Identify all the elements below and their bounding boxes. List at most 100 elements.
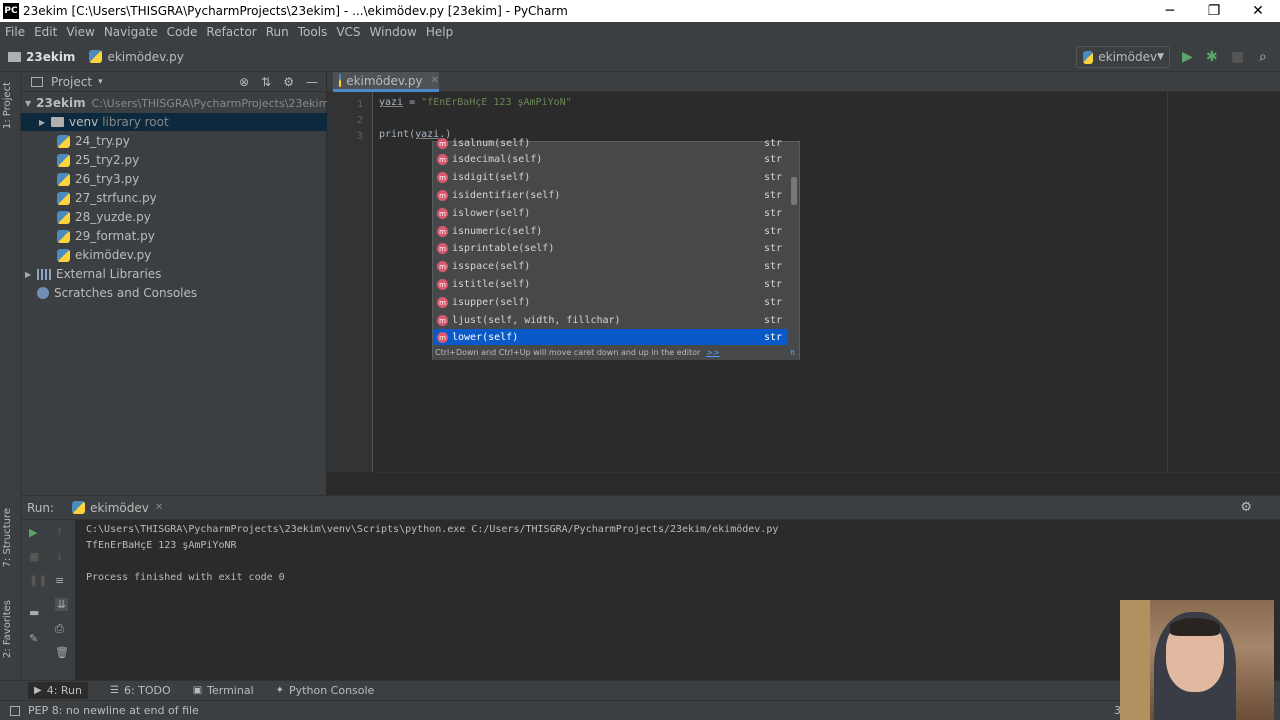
- close-tab-icon[interactable]: ✕: [431, 75, 439, 86]
- run-tab-ekimodev[interactable]: ekimödev ✕: [72, 501, 163, 515]
- menu-navigate[interactable]: Navigate: [104, 25, 158, 39]
- pycharm-app-icon: PC: [3, 3, 19, 19]
- pin-icon[interactable]: ✎: [29, 632, 38, 645]
- menu-help[interactable]: Help: [426, 25, 453, 39]
- window-title: 23ekim [C:\Users\THISGRA\PycharmProjects…: [23, 4, 568, 18]
- menu-edit[interactable]: Edit: [34, 25, 57, 39]
- completion-item[interactable]: m isnumeric(self) str: [433, 223, 788, 241]
- completion-item[interactable]: m isspace(self) str: [433, 258, 788, 276]
- print-icon[interactable]: ⎙: [55, 622, 64, 636]
- completion-item[interactable]: m istitle(self) str: [433, 276, 788, 294]
- console-output[interactable]: C:\Users\THISGRA\PycharmProjects\23ekim\…: [86, 524, 778, 588]
- project-tool-tab[interactable]: 1: Project: [2, 82, 13, 129]
- navigation-bar: 23ekim ekimödev.py ekimödev ▼ ▶ ✱ ■ ⌕: [0, 42, 1280, 72]
- completion-item[interactable]: m ljust(self, width, fillchar) str: [433, 312, 788, 330]
- menu-refactor[interactable]: Refactor: [206, 25, 256, 39]
- chevron-down-icon[interactable]: ▾: [98, 77, 103, 87]
- python-file-icon: [57, 210, 70, 224]
- menu-tools[interactable]: Tools: [298, 25, 328, 39]
- completion-item[interactable]: m isdigit(self) str: [433, 169, 788, 187]
- soft-wrap-icon[interactable]: ≡: [55, 574, 64, 587]
- scroll-to-end-icon[interactable]: ⇊: [55, 598, 69, 611]
- project-panel-title[interactable]: Project: [51, 75, 92, 89]
- run-icon: ▶: [34, 685, 42, 696]
- close-button[interactable]: ✕: [1236, 3, 1280, 19]
- hide-panel-icon[interactable]: —: [306, 75, 318, 89]
- editor-horizontal-scrollbar[interactable]: [373, 472, 1280, 495]
- tab-todo[interactable]: ☰ 6: TODO: [110, 684, 171, 697]
- completion-item[interactable]: m islower(self) str: [433, 205, 788, 223]
- tree-file[interactable]: 27_strfunc.py: [21, 189, 327, 207]
- favorites-tool-tab[interactable]: 2: Favorites: [2, 600, 13, 658]
- webcam-overlay: [1120, 600, 1274, 720]
- menu-window[interactable]: Window: [370, 25, 417, 39]
- collapse-all-icon[interactable]: ⇅: [261, 75, 271, 89]
- tree-root-23ekim[interactable]: ▼ 23ekim C:\Users\THISGRA\PycharmProject…: [21, 94, 329, 112]
- structure-tool-tab[interactable]: 7: Structure: [2, 508, 13, 567]
- tree-file[interactable]: 26_try3.py: [21, 170, 327, 188]
- python-file-icon: [57, 153, 70, 167]
- stop-icon[interactable]: ■: [1231, 49, 1244, 65]
- tree-file[interactable]: 28_yuzde.py: [21, 208, 327, 226]
- menu-code[interactable]: Code: [167, 25, 198, 39]
- menu-file[interactable]: File: [5, 25, 25, 39]
- trash-icon[interactable]: 🗑: [55, 646, 69, 659]
- folder-icon: [51, 117, 64, 127]
- completion-scrollbar[interactable]: [791, 177, 797, 205]
- python-console-icon: ✦: [275, 685, 285, 696]
- tree-file[interactable]: 24_try.py: [21, 132, 327, 150]
- menu-view[interactable]: View: [66, 25, 94, 39]
- python-file-icon: [57, 172, 70, 186]
- rerun-icon[interactable]: ▶: [29, 526, 37, 539]
- tool-window-toggle-icon[interactable]: [10, 705, 20, 716]
- close-tab-icon[interactable]: ✕: [155, 502, 163, 513]
- search-icon[interactable]: ⌕: [1259, 49, 1267, 65]
- pi-icon[interactable]: π: [790, 348, 795, 357]
- debug-icon[interactable]: ✱: [1206, 49, 1218, 65]
- menu-bar: File Edit View Navigate Code Refactor Ru…: [0, 22, 1280, 42]
- title-bar: PC 23ekim [C:\Users\THISGRA\PycharmProje…: [0, 0, 1280, 22]
- pause-icon[interactable]: ❚❚: [29, 574, 47, 587]
- breadcrumb-project[interactable]: 23ekim: [8, 50, 75, 64]
- method-icon: m: [437, 297, 448, 309]
- up-arrow-icon[interactable]: ↑: [55, 526, 64, 539]
- completion-item[interactable]: m isdecimal(self) str: [433, 151, 788, 169]
- menu-run[interactable]: Run: [266, 25, 289, 39]
- run-icon[interactable]: ▶: [1182, 49, 1193, 65]
- menu-vcs[interactable]: VCS: [336, 25, 360, 39]
- tree-file[interactable]: 25_try2.py: [21, 151, 327, 169]
- minimize-button[interactable]: ─: [1148, 3, 1192, 19]
- tab-python-console[interactable]: ✦ Python Console: [276, 684, 375, 697]
- gear-icon[interactable]: ⚙: [283, 75, 294, 89]
- code-completion-popup[interactable]: m isalnum(self) str m isdecimal(self) str mi…: [432, 138, 800, 360]
- line-number: 3: [357, 131, 364, 142]
- stop-icon[interactable]: ■: [29, 550, 39, 563]
- tree-file[interactable]: 29_format.py: [21, 227, 327, 245]
- tab-terminal[interactable]: ▣ Terminal: [193, 684, 254, 697]
- layout-icon[interactable]: ▬: [29, 606, 39, 619]
- line-number-gutter: 1 2 3: [327, 92, 373, 472]
- completion-hint-link[interactable]: >>: [706, 348, 719, 357]
- locate-icon[interactable]: ⊗: [239, 75, 249, 89]
- python-file-icon: [57, 191, 70, 205]
- down-arrow-icon[interactable]: ↓: [55, 550, 64, 563]
- code-line-1[interactable]: yazi = "fEnErBaHçE 123 şAmPiYoN": [379, 97, 572, 108]
- webcam-background-door: [1120, 600, 1150, 720]
- webcam-person-hair: [1170, 618, 1220, 636]
- completion-item[interactable]: m isprintable(self) str: [433, 240, 788, 258]
- tree-item-venv[interactable]: ▶ venv library root: [21, 113, 327, 131]
- gear-icon[interactable]: ⚙: [1240, 500, 1252, 515]
- completion-item[interactable]: m isupper(self) str: [433, 294, 788, 312]
- tab-run[interactable]: ▶ 4: Run: [28, 682, 88, 699]
- python-file-icon: [72, 501, 86, 514]
- tree-item-scratches[interactable]: Scratches and Consoles: [21, 284, 327, 302]
- tree-file[interactable]: ekimödev.py: [21, 246, 327, 264]
- completion-item[interactable]: m isidentifier(self) str: [433, 187, 788, 205]
- run-configuration-select[interactable]: ekimödev ▼: [1076, 46, 1170, 68]
- collapsed-arrow-icon: ▶: [25, 269, 32, 279]
- folder-icon: [8, 51, 21, 62]
- restore-button[interactable]: ❐: [1192, 3, 1236, 19]
- breadcrumb-file[interactable]: ekimödev.py: [89, 50, 184, 64]
- tree-item-external-libraries[interactable]: ▶ External Libraries: [21, 265, 327, 283]
- editor-tab-ekimodev[interactable]: ekimödev.py ✕: [333, 72, 439, 92]
